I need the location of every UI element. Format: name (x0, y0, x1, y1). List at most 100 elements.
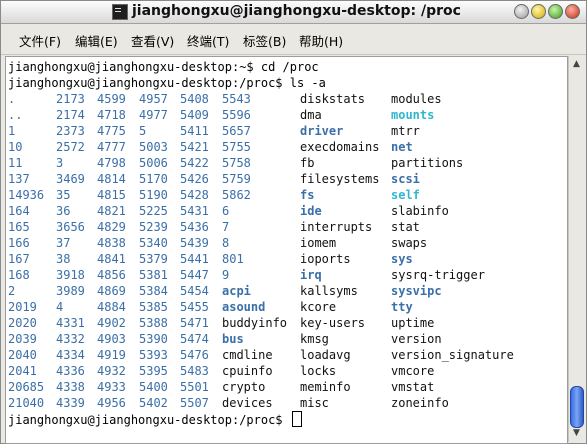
terminal-output[interactable]: jianghongxu@jianghongxu-desktop:~$ cd /p… (5, 56, 568, 444)
ls-entry: 5381 (139, 268, 168, 282)
ls-entry: version (391, 332, 442, 346)
ls-entry: kmsg (300, 332, 329, 346)
ls-entry: 4919 (97, 348, 126, 362)
ls-row: 2039 4332 4903 5390 5474 bus kmsg version (6, 331, 567, 347)
ls-entry: 4815 (97, 188, 126, 202)
window-title: jianghongxu@jianghongxu-desktop: /proc (132, 3, 461, 19)
terminal-line-ls: jianghongxu@jianghongxu-desktop:/proc$ l… (8, 76, 326, 90)
ls-entry: 168 (8, 268, 30, 282)
ls-row: 1 2373 4775 5 5411 5657 driver mtrr (6, 123, 567, 139)
ls-entry: 5225 (139, 204, 168, 218)
ls-entry: interrupts (300, 220, 373, 234)
ls-entry: 4814 (97, 172, 126, 186)
ls-entry: 4838 (97, 236, 126, 250)
menu-terminal[interactable]: 终端(T) (187, 31, 229, 50)
vertical-scrollbar[interactable]: ▲ ▼ (568, 56, 584, 442)
ls-entry: zoneinfo (391, 396, 449, 410)
ls-row: 2 3989 4869 5384 5454 acpi kallsyms sysvipc (6, 283, 567, 299)
ls-entry: 5411 (180, 124, 209, 138)
ls-entry: 5400 (139, 380, 168, 394)
close-icon[interactable] (565, 4, 580, 19)
ls-entry: ioports (300, 252, 351, 266)
ls-entry: 35 (56, 188, 71, 202)
ls-entry: loadavg (300, 348, 351, 362)
ls-entry: net (391, 140, 413, 154)
ls-entry: 36 (56, 204, 71, 218)
ls-entry: 5395 (139, 364, 168, 378)
ls-entry: 5190 (139, 188, 168, 202)
ls-entry: 5483 (180, 364, 209, 378)
title-bar[interactable]: jianghongxu@jianghongxu-desktop: /proc (1, 1, 586, 24)
ls-entry: 5388 (139, 316, 168, 330)
ls-entry: bus (222, 332, 244, 346)
ls-entry: .. (8, 108, 23, 122)
ls-entry: 4331 (56, 316, 85, 330)
maximize-icon[interactable] (548, 4, 563, 19)
ls-entry: tty (391, 300, 413, 314)
ls-row: 137 3469 4814 5170 5426 5759 filesystems scsi (6, 171, 567, 187)
ls-entry: 4977 (139, 108, 168, 122)
ls-entry: 5431 (180, 204, 209, 218)
ls-entry: 5596 (222, 108, 251, 122)
ls-entry: 5003 (139, 140, 168, 154)
ls-row: 20685 4338 4933 5400 5501 crypto meminfo vmstat (6, 379, 567, 395)
ls-entry: 5239 (139, 220, 168, 234)
ls-entry: 5507 (180, 396, 209, 410)
menu-view[interactable]: 查看(V) (131, 31, 174, 50)
ls-entry: partitions (391, 156, 464, 170)
window-menu-icon[interactable] (514, 4, 529, 19)
terminal-window: jianghongxu@jianghongxu-desktop: /proc 文… (0, 0, 587, 444)
ls-entry: 4856 (97, 268, 126, 282)
ls-entry: 5454 (180, 284, 209, 298)
ls-entry: 166 (8, 236, 30, 250)
ls-entry: filesystems (300, 172, 380, 186)
ls-entry: 4829 (97, 220, 126, 234)
ls-entry: fs (300, 188, 315, 202)
scroll-up-icon[interactable]: ▲ (570, 58, 583, 71)
ls-row: 21040 4339 4956 5402 5507 devices misc zoneinfo (6, 395, 567, 411)
ls-entry: 4932 (97, 364, 126, 378)
scroll-down-icon[interactable]: ▼ (570, 427, 583, 440)
ls-entry: 5422 (180, 156, 209, 170)
ls-entry: 5428 (180, 188, 209, 202)
minimize-icon[interactable] (531, 4, 546, 19)
ls-entry: cmdline (222, 348, 273, 362)
ls-entry: 14936 (8, 188, 45, 202)
ls-entry: 38 (56, 252, 71, 266)
ls-entry: dma (300, 108, 322, 122)
ls-entry: 8 (222, 236, 230, 250)
ls-entry: 21040 (8, 396, 45, 410)
ls-entry: sysvipc (391, 284, 442, 298)
ls-row: 2019 4 4884 5385 5455 asound kcore tty (6, 299, 567, 315)
menu-file[interactable]: 文件(F) (19, 31, 61, 50)
ls-entry: sys (391, 252, 413, 266)
menu-help[interactable]: 帮助(H) (299, 31, 343, 50)
ls-entry: 4339 (56, 396, 85, 410)
ls-entry: self (391, 188, 420, 202)
ls-entry: execdomains (300, 140, 380, 154)
shell-prompt: jianghongxu@jianghongxu-desktop:/proc$ (8, 413, 290, 427)
ls-entry: 2 (8, 284, 16, 298)
ls-entry: 2041 (8, 364, 37, 378)
ls-row: 164 36 4821 5225 5431 6 ide slabinfo (6, 203, 567, 219)
scrollbar-thumb[interactable] (570, 386, 584, 428)
ls-entry: stat (391, 220, 420, 234)
ls-entry: 6 (222, 204, 230, 218)
ls-entry: 7 (222, 220, 230, 234)
ls-entry: 5657 (222, 124, 251, 138)
ls-entry: driver (300, 124, 344, 138)
menu-tabs[interactable]: 标签(B) (243, 31, 286, 50)
text-cursor (291, 411, 302, 427)
ls-entry: misc (300, 396, 329, 410)
ls-entry: iomem (300, 236, 337, 250)
ls-entry: 5 (139, 124, 147, 138)
ls-entry: 5474 (180, 332, 209, 346)
ls-entry: 4956 (97, 396, 126, 410)
ls-entry: 5409 (180, 108, 209, 122)
menu-edit[interactable]: 编辑(E) (75, 31, 118, 50)
ls-entry: 4821 (97, 204, 126, 218)
ls-entry: 165 (8, 220, 30, 234)
ls-entry: scsi (391, 172, 420, 186)
ls-row: 168 3918 4856 5381 5447 9 irq sysrq-trigger (6, 267, 567, 283)
terminal-prompt-line: jianghongxu@jianghongxu-desktop:/proc$ (8, 411, 302, 427)
